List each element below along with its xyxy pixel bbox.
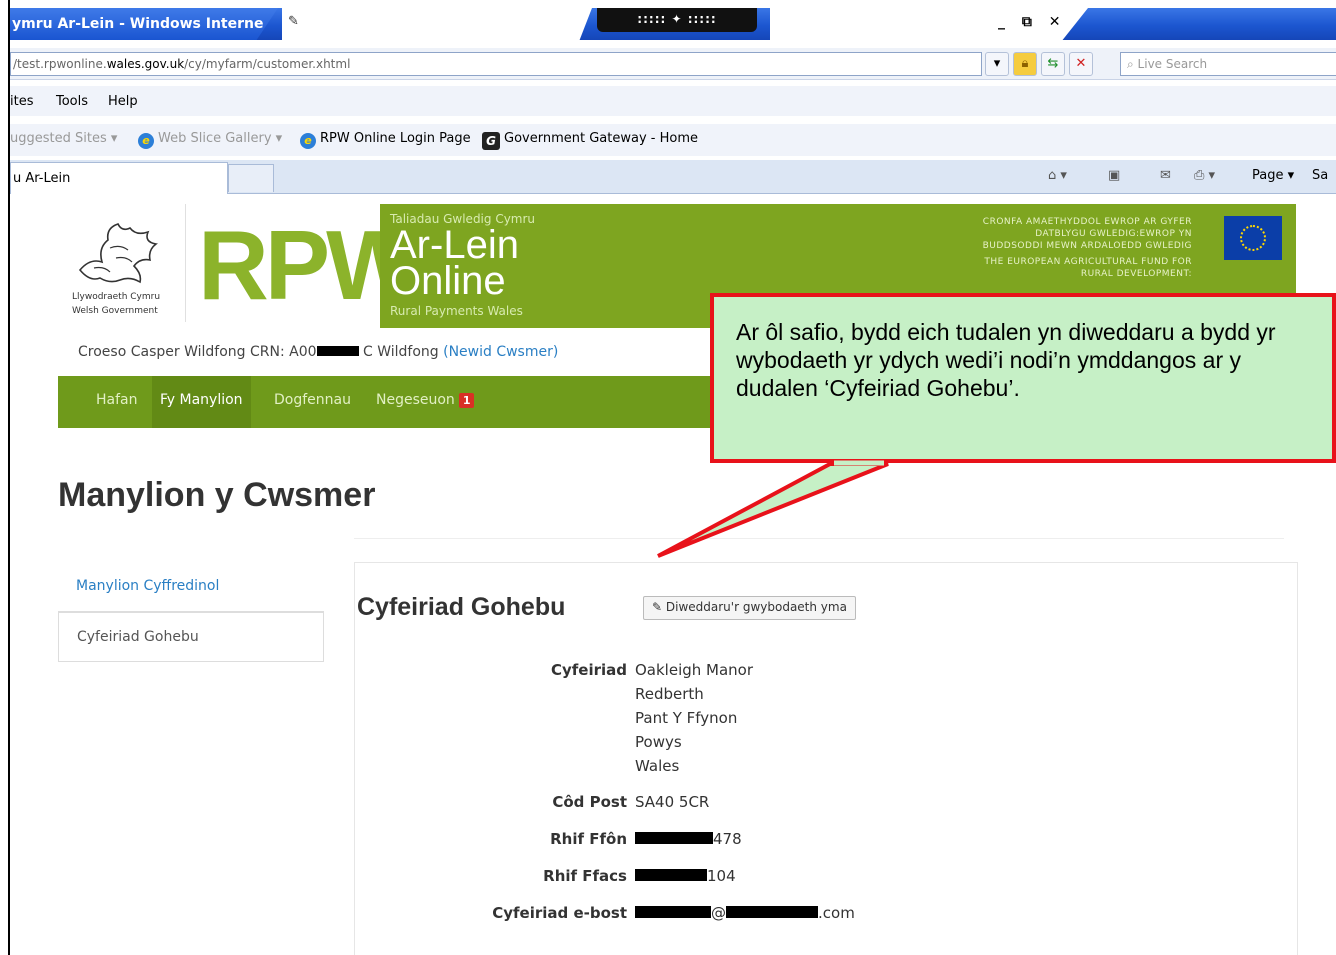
ie-icon: e bbox=[300, 133, 316, 149]
redaction-bar bbox=[635, 869, 707, 881]
postcode-label: Côd Post bbox=[552, 793, 627, 811]
menu-tools[interactable]: Tools bbox=[56, 94, 88, 109]
redaction-bar bbox=[316, 346, 359, 356]
address-line: Wales bbox=[635, 757, 680, 775]
welcome-text: Croeso Casper Wildfong CRN: A00 bbox=[78, 344, 317, 360]
address-bar: /test.rpwonline.wales.gov.uk/cy/myfarm/c… bbox=[10, 48, 1336, 80]
wg-english-name: Welsh Government bbox=[72, 306, 158, 316]
eu-text-line: RURAL DEVELOPMENT: bbox=[1080, 269, 1192, 279]
address-line: Oakleigh Manor bbox=[635, 661, 754, 679]
address-panel: Cyfeiriad Gohebu ✎ Diweddaru'r gwybodaet… bbox=[354, 562, 1298, 955]
banner-english-subtitle: Rural Payments Wales bbox=[390, 304, 523, 318]
eu-text-line: DATBLYGU GWLEDIG:EWROP YN bbox=[1035, 229, 1192, 239]
eu-text-line: THE EUROPEAN AGRICULTURAL FUND FOR bbox=[984, 257, 1192, 267]
gateway-icon: G bbox=[482, 132, 500, 150]
refresh-icon[interactable]: ⇆ bbox=[1041, 52, 1065, 76]
menu-bar: ites Tools Help bbox=[10, 86, 1336, 116]
address-tools: ▾ 🔒︎ ⇆ ✕ bbox=[985, 52, 1093, 76]
callout-annotation: Ar ôl safio, bydd eich tudalen yn diwedd… bbox=[710, 293, 1336, 463]
safety-menu[interactable]: Sa bbox=[1312, 168, 1328, 183]
pencil-icon: ✎ bbox=[652, 600, 663, 614]
message-count-badge: 1 bbox=[458, 393, 475, 408]
welcome-line: Croeso Casper Wildfong CRN: A00 C Wildfo… bbox=[78, 344, 558, 360]
print-icon[interactable]: ⎙ ▾ bbox=[1194, 168, 1215, 183]
favorites-bar: uggested Sites ▾ e Web Slice Gallery ▾ eR… bbox=[10, 124, 1336, 156]
eu-flag-icon bbox=[1224, 216, 1282, 260]
search-placeholder: Live Search bbox=[1137, 57, 1208, 71]
title-strip: ✎ bbox=[282, 8, 592, 40]
email-value: @ .com bbox=[635, 904, 855, 922]
section-title: Cyfeiriad Gohebu bbox=[357, 593, 566, 621]
redaction-bar bbox=[726, 906, 818, 918]
url-path: /cy/myfarm/customer.xhtml bbox=[184, 57, 351, 71]
nav-item-negeseuon[interactable]: Negeseuon 1 bbox=[368, 376, 482, 428]
ie-icon: e bbox=[138, 133, 154, 149]
title-bar: ymru Ar-Lein - Windows Interne ✎ ::::: ✦… bbox=[10, 8, 1336, 40]
fax-label: Rhif Ffacs bbox=[543, 867, 627, 885]
divider bbox=[354, 538, 1284, 539]
dragon-logo bbox=[78, 223, 158, 284]
phone-value: 478 bbox=[635, 830, 742, 848]
feeds-icon[interactable]: ▣ bbox=[1108, 168, 1120, 183]
url-prefix: /test.rpwonline. bbox=[13, 57, 107, 71]
redaction-bar bbox=[635, 832, 713, 844]
home-icon[interactable]: ⌂ ▾ bbox=[1048, 168, 1067, 183]
eu-fund-text: CRONFA AMAETHYDDOL EWROP AR GYFER DATBLY… bbox=[872, 216, 1192, 280]
menu-favorites[interactable]: ites bbox=[10, 94, 33, 109]
search-input[interactable]: ⌕ Live Search bbox=[1120, 52, 1336, 76]
customer-name: C Wildfong bbox=[358, 344, 444, 360]
fav-suggested-sites[interactable]: uggested Sites ▾ bbox=[10, 131, 117, 146]
new-tab-button[interactable] bbox=[228, 164, 274, 192]
banner-online: Online bbox=[390, 259, 506, 303]
stop-icon[interactable]: ✕ bbox=[1069, 52, 1093, 76]
side-nav-general-details[interactable]: Manylion Cyffredinol bbox=[58, 562, 324, 612]
window-control-buttons[interactable]: _ ⧉ ✕ bbox=[998, 14, 1066, 30]
nav-item-hafan[interactable]: Hafan bbox=[88, 376, 146, 428]
fav-web-slice-gallery[interactable]: e Web Slice Gallery ▾ bbox=[138, 131, 282, 149]
email-label: Cyfeiriad e-bost bbox=[492, 904, 627, 922]
nav-item-dogfennau[interactable]: Dogfennau bbox=[266, 376, 359, 428]
redaction-bar bbox=[635, 906, 711, 918]
page-menu[interactable]: Page ▾ bbox=[1252, 168, 1294, 183]
welsh-government-logo[interactable]: Llywodraeth Cymru Welsh Government bbox=[58, 204, 186, 322]
change-customer-link[interactable]: (Newid Cwsmer) bbox=[443, 344, 558, 360]
dropdown-icon[interactable]: ▾ bbox=[985, 52, 1009, 76]
phone-label: Rhif Ffôn bbox=[550, 830, 627, 848]
address-line: Powys bbox=[635, 733, 682, 751]
wg-welsh-name: Llywodraeth Cymru bbox=[72, 292, 161, 302]
eu-text-line: BUDDSODDI MEWN ARDALOEDD GWLEDIG bbox=[982, 241, 1192, 251]
url-field[interactable]: /test.rpwonline.wales.gov.uk/cy/myfarm/c… bbox=[10, 52, 982, 76]
update-button-label: Diweddaru'r gwybodaeth yma bbox=[665, 600, 847, 614]
mail-icon[interactable]: ✉ bbox=[1160, 168, 1171, 183]
fax-value: 104 bbox=[635, 867, 736, 885]
side-nav-correspondence-address[interactable]: Cyfeiriad Gohebu bbox=[58, 612, 324, 662]
window-controls: _ ⧉ ✕ bbox=[770, 8, 1088, 40]
active-tab[interactable]: u Ar-Lein bbox=[10, 162, 228, 194]
fullscreen-bar[interactable]: ::::: ✦ ::::: bbox=[597, 8, 757, 32]
lock-icon[interactable]: 🔒︎ bbox=[1013, 52, 1037, 76]
menu-help[interactable]: Help bbox=[108, 94, 138, 109]
update-information-button[interactable]: ✎ Diweddaru'r gwybodaeth yma bbox=[643, 596, 856, 620]
pin-icon[interactable]: ✎ bbox=[288, 14, 299, 29]
fav-rpw-login[interactable]: e RPW Online Login Page bbox=[300, 131, 471, 149]
search-icon: ⌕ bbox=[1127, 57, 1138, 71]
nav-item-fy-manylion[interactable]: Fy Manylion bbox=[152, 376, 251, 428]
address-label: Cyfeiriad bbox=[550, 661, 627, 679]
fav-government-gateway[interactable]: G Government Gateway - Home bbox=[482, 131, 698, 150]
browser-window: ymru Ar-Lein - Windows Interne ✎ ::::: ✦… bbox=[8, 0, 1336, 955]
window-title: ymru Ar-Lein - Windows Interne bbox=[10, 8, 278, 40]
side-nav: Manylion Cyffredinol Cyfeiriad Gohebu bbox=[58, 562, 324, 662]
url-host: wales.gov.uk bbox=[106, 57, 185, 71]
page-title: Manylion y Cwsmer bbox=[58, 476, 376, 514]
nav-item-label: Negeseuon bbox=[376, 392, 455, 408]
eu-text-line: CRONFA AMAETHYDDOL EWROP AR GYFER bbox=[982, 217, 1192, 227]
address-line: Redberth bbox=[635, 685, 704, 703]
address-line: Pant Y Ffynon bbox=[635, 709, 738, 727]
postcode-value: SA40 5CR bbox=[635, 793, 710, 811]
tab-bar: u Ar-Lein ⌂ ▾ ▣ ✉ ⎙ ▾ Page ▾ Sa bbox=[10, 160, 1336, 194]
